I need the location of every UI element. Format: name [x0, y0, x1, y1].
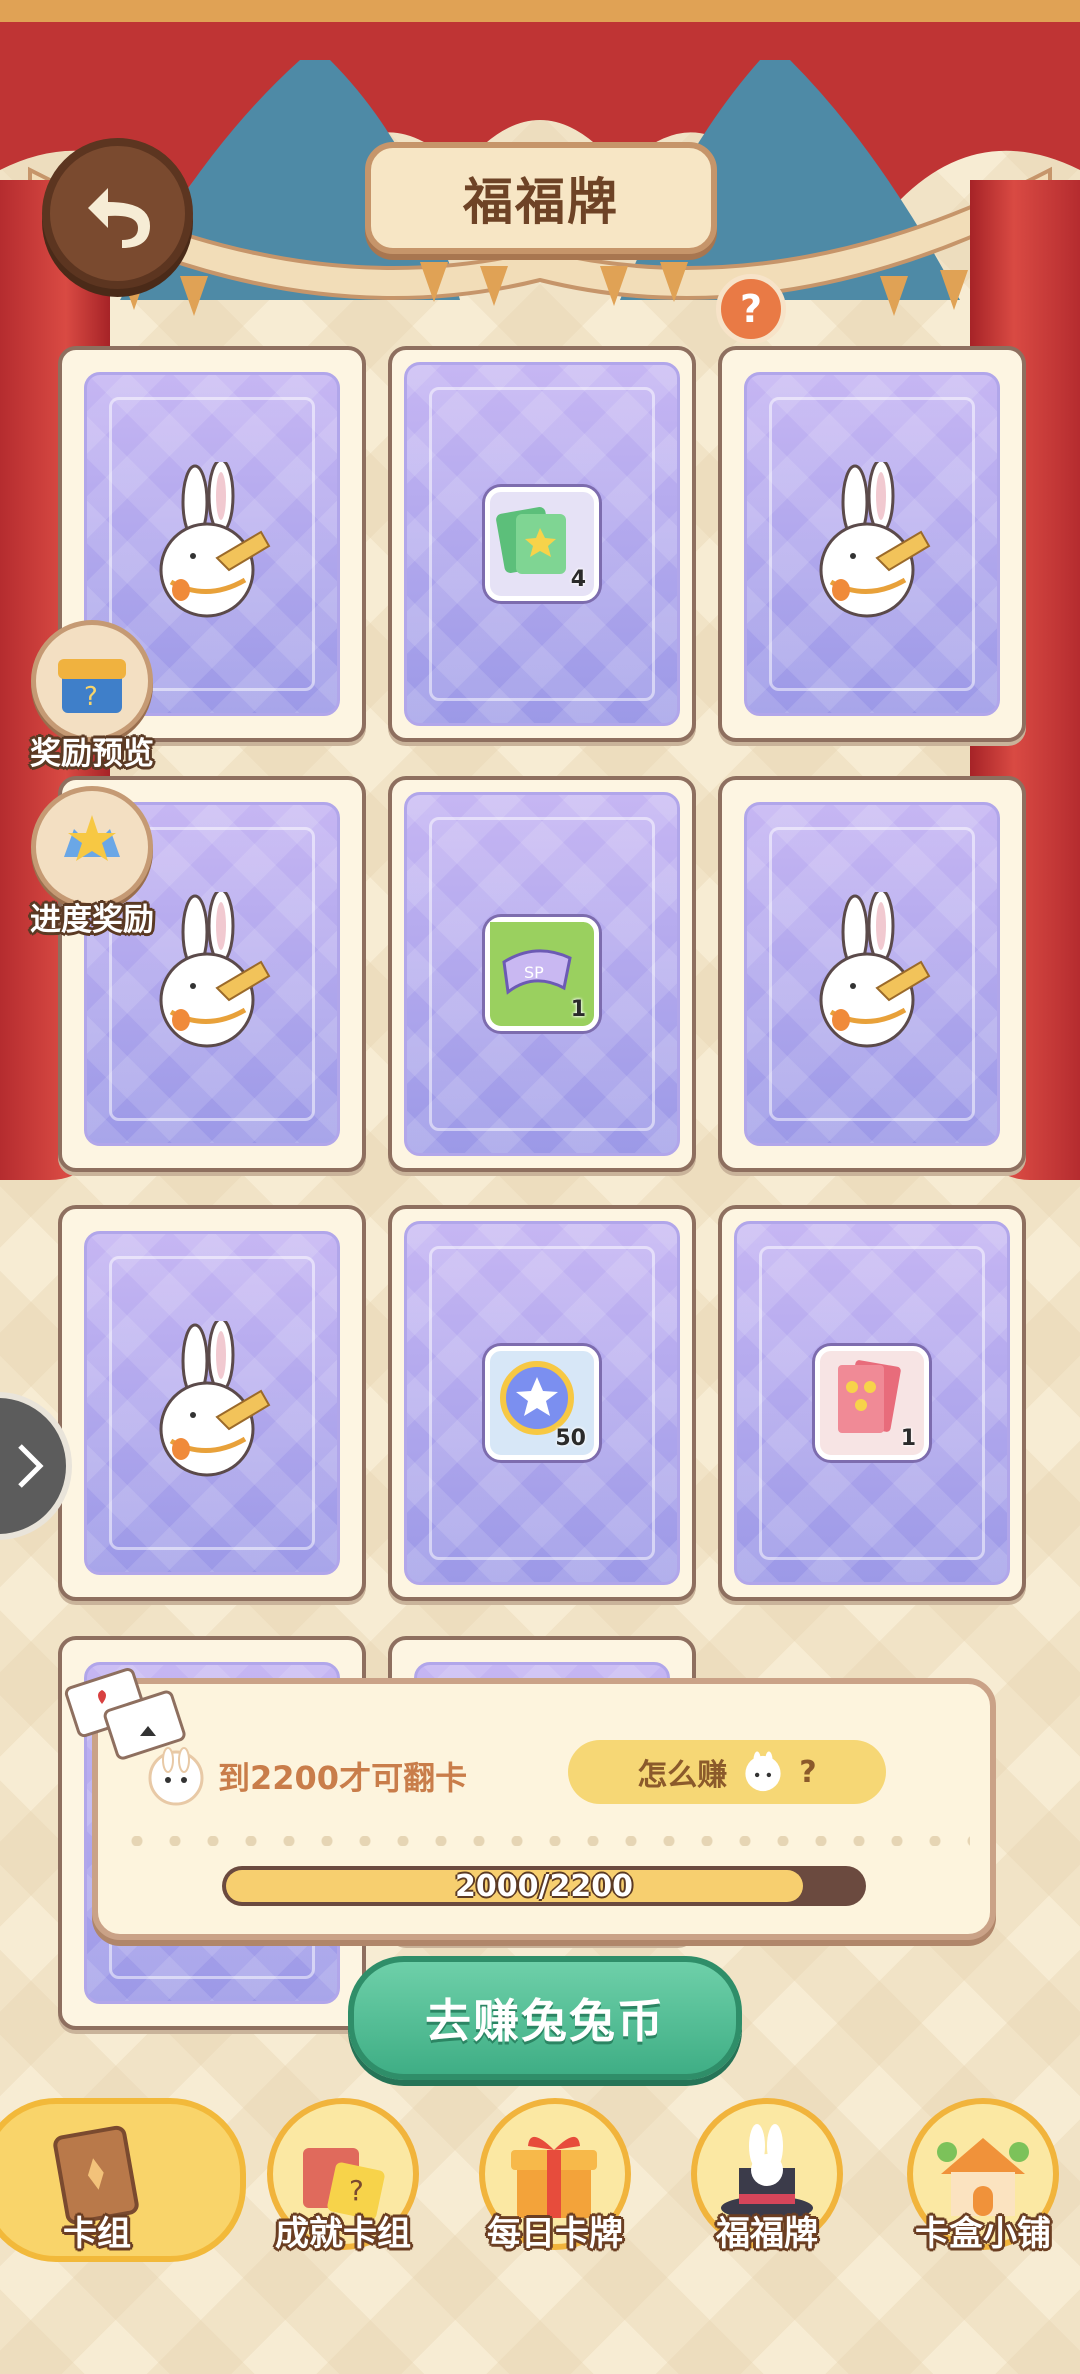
chevron-right-icon — [18, 1444, 44, 1488]
reward-preview-label: 奖励预览 — [30, 736, 154, 772]
reward-preview-button[interactable]: ? 奖励预览 — [30, 620, 154, 773]
panel-divider — [118, 1836, 970, 1846]
flipped-card[interactable]: 4 — [388, 346, 696, 742]
facedown-card[interactable] — [58, 1205, 366, 1601]
star-coin-icon: 50 — [485, 1346, 599, 1460]
bunny-trumpet-icon — [137, 1317, 287, 1485]
earn-coins-button[interactable]: 去赚兔兔币 — [348, 1956, 742, 2080]
bunny-trumpet-icon — [137, 888, 287, 1056]
bunny-trumpet-icon — [797, 888, 947, 1056]
prize-count: 1 — [570, 997, 586, 1022]
svg-text:SP: SP — [524, 963, 544, 982]
card-face — [84, 1231, 340, 1575]
red-card-pack-icon: 1 — [815, 1346, 929, 1460]
how-to-earn-suffix: ? — [799, 1754, 817, 1790]
back-button[interactable] — [42, 138, 193, 289]
card-face: 1 — [734, 1221, 1010, 1585]
flipped-card[interactable]: 50 — [388, 1205, 696, 1601]
facedown-card[interactable] — [718, 346, 1026, 742]
svg-text:?: ? — [84, 682, 98, 712]
nav-item-3[interactable]: 每日卡牌 — [470, 2098, 640, 2255]
progress-reward-button[interactable]: 进度奖励 — [30, 786, 154, 939]
playing-cards-icon — [64, 1668, 186, 1760]
nav-item-1[interactable]: 卡组 — [12, 2098, 182, 2255]
bunny-trumpet-icon — [137, 458, 287, 626]
card-face — [744, 372, 1000, 716]
earn-coins-label: 去赚兔兔币 — [425, 1994, 665, 2048]
facedown-card[interactable] — [718, 776, 1026, 1172]
star-badge-icon — [31, 786, 153, 908]
card-face — [744, 802, 1000, 1146]
question-icon: ? — [739, 287, 763, 331]
progress-text: 2000/2200 — [455, 1868, 633, 1904]
nav-item-5[interactable]: 卡盒小铺 — [898, 2098, 1068, 2255]
page-title: 福福牌 — [463, 173, 619, 231]
bottom-nav: 卡组? 成就卡组 每日卡牌 福福牌 卡盒小铺 — [0, 2080, 1080, 2374]
prize-count: 1 — [900, 1426, 916, 1451]
green-ticket-icon: 4 — [485, 487, 599, 601]
purple-ticket-icon: SP 1 — [485, 917, 599, 1031]
flip-requirement-panel: 到2200才可翻卡 怎么赚 ? 2000/2200 — [92, 1678, 996, 1940]
flipped-card[interactable]: 1 — [718, 1205, 1026, 1601]
flipped-card[interactable]: SP 1 — [388, 776, 696, 1172]
card-face: 4 — [404, 362, 680, 726]
progress-reward-label: 进度奖励 — [30, 902, 154, 938]
card-face: 50 — [404, 1221, 680, 1585]
requirement-text: 到2200才可翻卡 — [218, 1759, 468, 1797]
bunny-coin-icon — [745, 1751, 781, 1792]
nav-label: 每日卡牌 — [487, 2214, 623, 2254]
nav-label: 成就卡组 — [275, 2214, 411, 2254]
nav-item-4[interactable]: 福福牌 — [682, 2098, 852, 2255]
title-banner: 福福牌 — [365, 142, 717, 254]
prize-count: 50 — [555, 1426, 586, 1451]
prize-count: 4 — [570, 567, 586, 592]
nav-label: 卡组 — [63, 2214, 131, 2254]
nav-label: 卡盒小铺 — [915, 2214, 1051, 2254]
coin-progress-bar: 2000/2200 — [222, 1866, 866, 1906]
svg-text:?: ? — [349, 2174, 364, 2207]
nav-item-2[interactable]: ? 成就卡组 — [258, 2098, 428, 2255]
help-button[interactable]: ? — [716, 274, 786, 344]
card-face: SP 1 — [404, 792, 680, 1156]
back-arrow-icon — [87, 187, 150, 248]
bunny-trumpet-icon — [797, 458, 947, 626]
how-to-earn-label: 怎么赚 — [637, 1758, 728, 1793]
how-to-earn-button[interactable]: 怎么赚 ? — [568, 1740, 886, 1804]
nav-label: 福福牌 — [716, 2214, 818, 2254]
treasure-box-icon: ? — [31, 620, 153, 742]
